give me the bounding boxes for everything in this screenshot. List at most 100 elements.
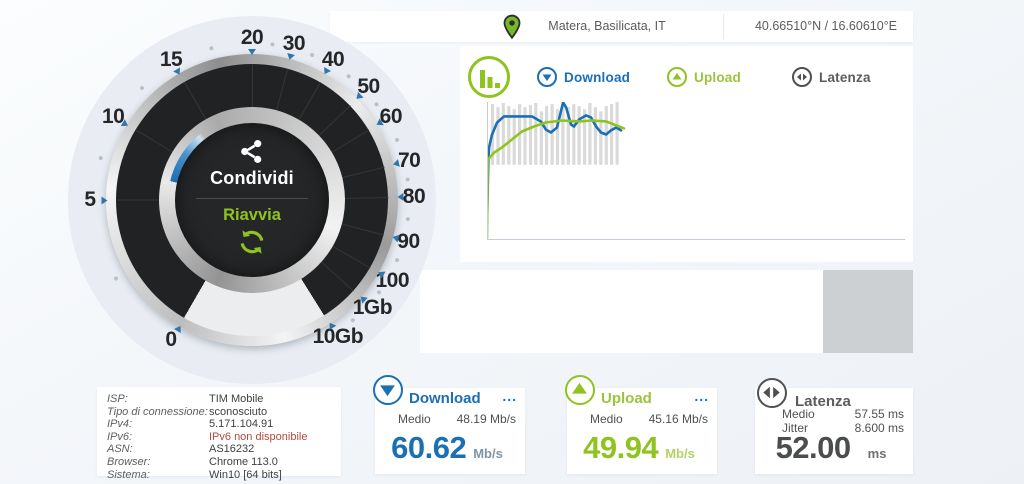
info-row: ISP:TIM Mobile bbox=[107, 393, 331, 406]
info-label: IPv4: bbox=[107, 418, 209, 431]
header-divider bbox=[723, 14, 724, 39]
sample-bar bbox=[616, 102, 619, 165]
download-card-title: Download bbox=[409, 390, 481, 407]
download-arrow-icon bbox=[537, 67, 557, 87]
latency-circle-icon bbox=[757, 378, 787, 408]
info-row: IPv4:5.171.104.91 bbox=[107, 418, 331, 431]
latency-result-card: Latenza Medio 57.55 ms Jitter 8.600 ms 5… bbox=[755, 388, 913, 474]
download-menu-button[interactable]: ... bbox=[502, 388, 517, 404]
info-label: Sistema: bbox=[107, 469, 209, 482]
upload-card-title: Upload bbox=[601, 390, 652, 407]
upload-arrow-icon bbox=[667, 67, 687, 87]
upload-circle-icon bbox=[565, 375, 595, 405]
upload-avg-value: 45.16 Mb/s bbox=[649, 412, 708, 426]
gauge-tick-label: 70 bbox=[398, 149, 420, 173]
upload-result-card: Upload ... Medio 45.16 Mb/s 49.94 Mb/s bbox=[567, 388, 717, 474]
sample-bar bbox=[540, 111, 543, 165]
restart-icon bbox=[237, 227, 267, 257]
restart-button[interactable]: Riavvia bbox=[223, 206, 281, 257]
placeholder-box bbox=[823, 270, 913, 353]
connection-info-card: ISP:TIM MobileTipo di connessione:sconos… bbox=[97, 387, 341, 476]
info-value: AS16232 bbox=[209, 443, 254, 456]
bar-chart-icon bbox=[479, 68, 501, 90]
info-label: Browser: bbox=[107, 456, 209, 469]
sample-bar bbox=[529, 105, 532, 165]
info-value: IPv6 non disponibile bbox=[209, 431, 307, 444]
gauge-tick-label: 30 bbox=[283, 32, 305, 56]
gauge-segment-line bbox=[116, 200, 160, 201]
info-row: Browser:Chrome 113.0 bbox=[107, 456, 331, 469]
hub-divider bbox=[196, 198, 308, 199]
latency-value: 52.00 bbox=[776, 430, 851, 466]
gauge-tick-marker bbox=[248, 49, 256, 55]
download-result-card: Download ... Medio 48.19 Mb/s 60.62 Mb/s bbox=[375, 388, 525, 474]
lower-panel bbox=[420, 270, 913, 353]
tab-download[interactable]: Download bbox=[537, 66, 630, 88]
gauge-hub: Condividi Riavvia bbox=[175, 123, 329, 277]
gauge-tick-label: 10Gb bbox=[313, 325, 364, 349]
gauge-tick-label: 20 bbox=[241, 26, 263, 50]
info-row: ASN:AS16232 bbox=[107, 443, 331, 456]
location-pin-icon bbox=[501, 14, 523, 40]
sample-bar bbox=[507, 106, 510, 165]
gauge-tick-marker bbox=[102, 197, 108, 205]
sample-bar bbox=[599, 111, 602, 165]
share-icon bbox=[238, 138, 265, 165]
coordinates-text: 40.66510°N / 16.60610°E bbox=[743, 11, 909, 42]
sample-bar bbox=[610, 104, 613, 165]
sample-bar bbox=[578, 106, 581, 165]
sample-bar bbox=[545, 106, 548, 165]
sample-bar bbox=[534, 103, 537, 165]
restart-label: Riavvia bbox=[223, 206, 281, 225]
gauge-tick-label: 90 bbox=[397, 230, 419, 254]
latency-unit: ms bbox=[868, 446, 887, 461]
sample-bar bbox=[502, 103, 505, 165]
speed-chart bbox=[487, 102, 905, 245]
results-panel: Download Upload Latenza bbox=[460, 46, 913, 262]
download-avg-label: Medio bbox=[398, 412, 431, 426]
sample-bar bbox=[551, 104, 554, 165]
latency-avg-label: Medio bbox=[782, 407, 815, 421]
location-text: Matera, Basilicata, IT bbox=[527, 11, 687, 42]
tab-latency[interactable]: Latenza bbox=[792, 66, 871, 88]
gauge-segment-line bbox=[252, 64, 253, 108]
sample-bar bbox=[496, 107, 499, 165]
info-row: IPv6:IPv6 non disponibile bbox=[107, 431, 331, 444]
latency-avg-value: 57.55 ms bbox=[855, 407, 904, 421]
info-row: Tipo di connessione:sconosciuto bbox=[107, 406, 331, 419]
info-value: Chrome 113.0 bbox=[209, 456, 278, 469]
tab-download-label: Download bbox=[564, 70, 630, 85]
info-label: ISP: bbox=[107, 393, 209, 406]
download-value: 60.62 bbox=[391, 430, 466, 466]
gauge-tick-label: 0 bbox=[165, 328, 176, 352]
upload-value: 49.94 bbox=[583, 430, 658, 466]
gauge-tick-label: 5 bbox=[84, 188, 95, 212]
upload-menu-button[interactable]: ... bbox=[694, 388, 709, 404]
info-label: ASN: bbox=[107, 443, 209, 456]
tab-upload[interactable]: Upload bbox=[667, 66, 741, 88]
download-avg-value: 48.19 Mb/s bbox=[457, 412, 516, 426]
info-value: Win10 [64 bits] bbox=[209, 469, 282, 482]
chart-type-icon[interactable] bbox=[468, 56, 510, 98]
info-value: 5.171.104.91 bbox=[209, 418, 273, 431]
gauge-tick-marker bbox=[397, 193, 403, 201]
tab-latency-label: Latenza bbox=[819, 70, 871, 85]
info-row: Sistema:Win10 [64 bits] bbox=[107, 469, 331, 482]
tab-upload-label: Upload bbox=[694, 70, 741, 85]
share-button[interactable]: Condividi bbox=[210, 138, 294, 189]
share-label: Condividi bbox=[210, 168, 294, 189]
sample-bar bbox=[588, 103, 591, 165]
upload-unit: Mb/s bbox=[665, 446, 695, 461]
upload-avg-label: Medio bbox=[590, 412, 623, 426]
gauge-tick-label: 80 bbox=[403, 185, 425, 209]
location-bar: Matera, Basilicata, IT 40.66510°N / 16.6… bbox=[330, 11, 913, 42]
download-circle-icon bbox=[373, 375, 403, 405]
latency-arrows-icon bbox=[792, 67, 812, 87]
sample-bar bbox=[594, 107, 597, 165]
info-value: TIM Mobile bbox=[209, 393, 263, 406]
info-label: IPv6: bbox=[107, 431, 209, 444]
sample-bar bbox=[572, 104, 575, 165]
info-label: Tipo di connessione: bbox=[107, 406, 209, 419]
speedtest-app: Matera, Basilicata, IT 40.66510°N / 16.6… bbox=[0, 0, 1024, 484]
info-value: sconosciuto bbox=[209, 406, 267, 419]
